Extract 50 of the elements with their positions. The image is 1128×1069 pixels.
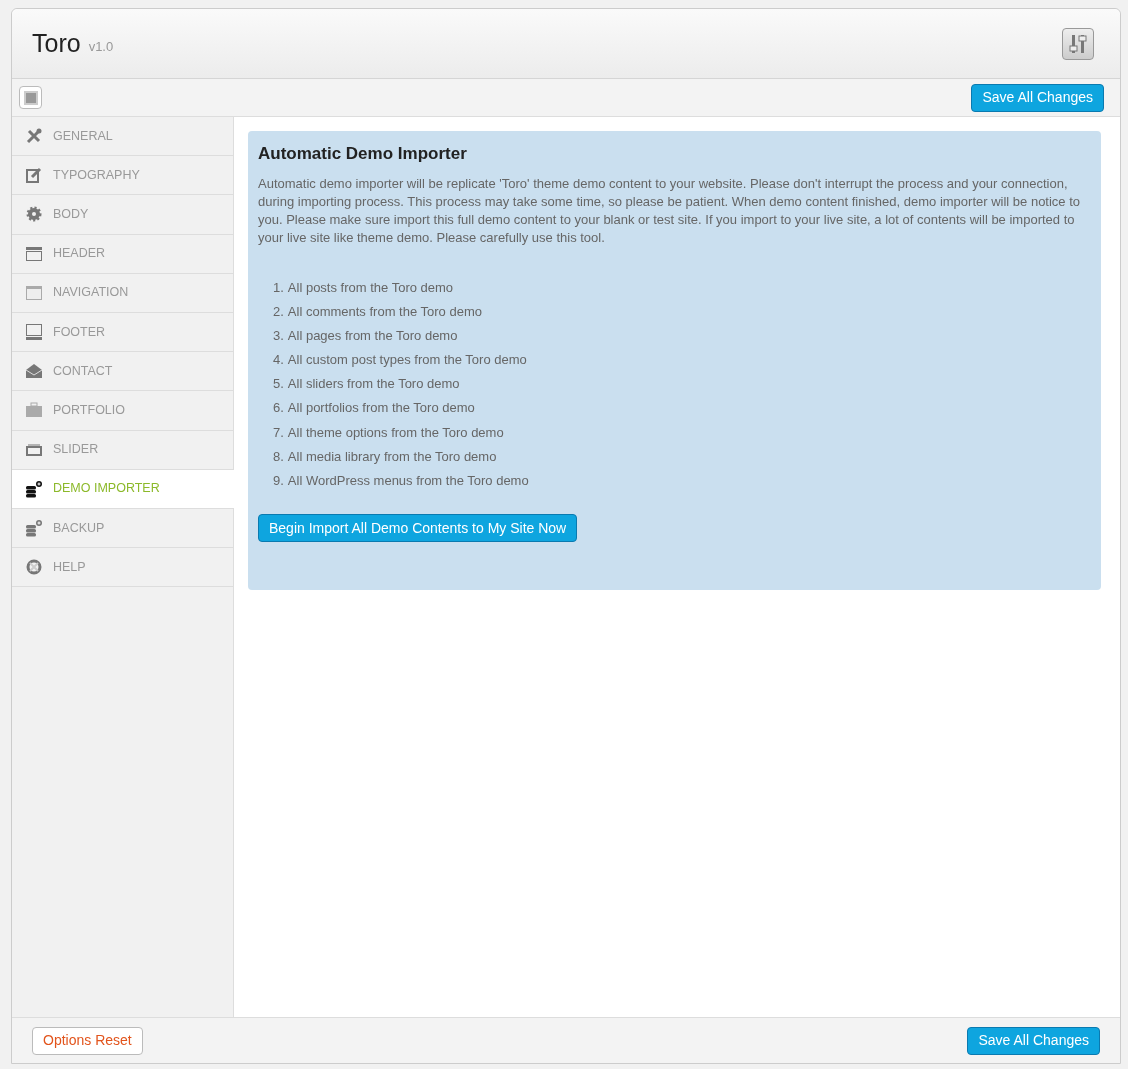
sidebar-item[interactable]: TYPOGRAPHY bbox=[12, 156, 233, 196]
database-add-icon bbox=[25, 518, 43, 537]
panel-description: Automatic demo importer will be replicate 'Toro' theme demo content to your website. Please don't interrupt the process and your connection, during importing process. This process may take some time, so please be patient. When demo content finished, demo importer will be notice to you. Please make sure import this full demo content to your blank or test site. If you import to your live site, a lot of contents will be imported to your live site like theme demo. Please carefully use this tool. bbox=[258, 174, 1082, 247]
sidebar-item[interactable]: NAVIGATION bbox=[12, 273, 233, 313]
list-item: All posts from the Toro demo bbox=[287, 278, 454, 297]
footer-layout-icon bbox=[25, 323, 43, 342]
version-label: v1.0 bbox=[88, 37, 114, 56]
list-number: 7. bbox=[273, 423, 284, 442]
import-button[interactable]: Begin Import All Demo Contents to My Site Now bbox=[258, 514, 578, 542]
list-item: All sliders from the Toro demo bbox=[287, 375, 460, 394]
reset-button[interactable]: Options Reset bbox=[32, 1026, 143, 1055]
list-number: 3. bbox=[273, 326, 284, 345]
list-number: 8. bbox=[273, 447, 284, 466]
edit-icon bbox=[25, 166, 43, 185]
list-item: All pages from the Toro demo bbox=[287, 326, 458, 345]
header-layout-icon bbox=[25, 244, 43, 263]
sidebar-item[interactable]: DEMO IMPORTER bbox=[12, 469, 234, 509]
sidebar-item[interactable]: GENERAL bbox=[12, 117, 233, 157]
list-item: All comments from the Toro demo bbox=[287, 302, 482, 321]
list-item: All portfolios from the Toro demo bbox=[287, 399, 475, 418]
sidebar-item[interactable]: HELP bbox=[12, 548, 233, 588]
briefcase-icon bbox=[25, 401, 43, 420]
sidebar-item[interactable]: SLIDER bbox=[12, 430, 233, 470]
sidebar-item[interactable]: FOOTER bbox=[12, 312, 233, 353]
app-title: Toro bbox=[32, 27, 81, 59]
list-item: All WordPress menus from the Toro demo bbox=[287, 472, 529, 490]
list-number: 4. bbox=[273, 351, 284, 370]
list-item: All theme options from the Toro demo bbox=[287, 423, 504, 442]
envelope-icon bbox=[25, 362, 43, 381]
panel-title: Automatic Demo Importer bbox=[258, 143, 468, 165]
window-icon bbox=[25, 283, 43, 302]
sidebar-item[interactable]: PORTFOLIO bbox=[12, 391, 233, 431]
list-number: 5. bbox=[273, 375, 284, 394]
database-add-icon bbox=[25, 479, 43, 498]
gear-icon bbox=[25, 205, 43, 224]
save-button[interactable]: Save All Changes bbox=[971, 83, 1104, 112]
sidebar-item[interactable]: HEADER bbox=[12, 234, 233, 274]
lifebuoy-icon bbox=[25, 558, 43, 577]
list-item: All media library from the Toro demo bbox=[287, 447, 497, 466]
sliders-icon[interactable] bbox=[1062, 27, 1094, 60]
list-number: 6. bbox=[273, 399, 284, 418]
list-number: 9. bbox=[273, 472, 284, 490]
list-number: 2. bbox=[273, 302, 284, 321]
layout-toggle-icon[interactable] bbox=[19, 86, 42, 109]
save-button[interactable]: Save All Changes bbox=[967, 1026, 1100, 1055]
list-number: 1. bbox=[273, 278, 284, 297]
sidebar-item[interactable]: BACKUP bbox=[12, 508, 233, 549]
sidebar-item[interactable]: BODY bbox=[12, 195, 233, 235]
sidebar-item[interactable]: CONTACT bbox=[12, 352, 233, 392]
list-item: All custom post types from the Toro demo bbox=[287, 351, 527, 370]
